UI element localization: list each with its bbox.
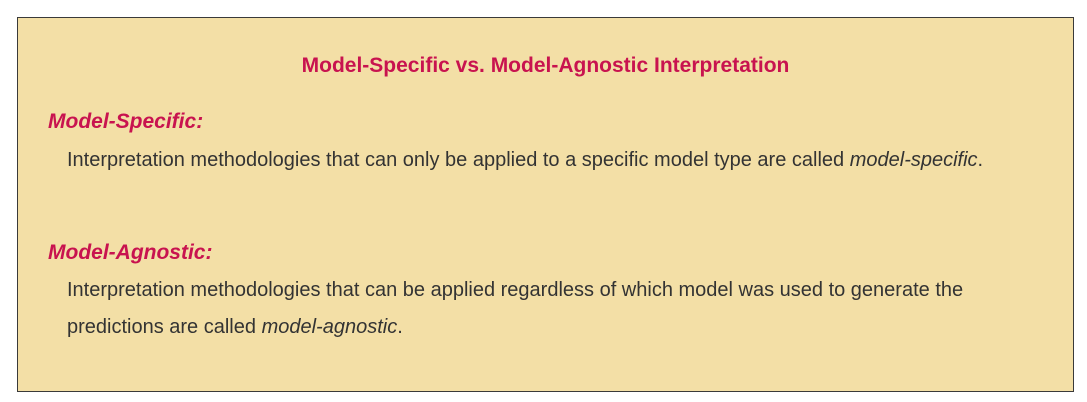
term-model-specific: model-specific bbox=[849, 149, 978, 171]
body-text-before: Interpretation methodologies that can be… bbox=[67, 279, 964, 338]
term-model-agnostic: model-agnostic bbox=[261, 316, 398, 338]
section-heading-model-specific: Model-Specific: bbox=[48, 110, 204, 133]
body-text-after: . bbox=[977, 149, 984, 171]
section-body-model-agnostic: Interpretation methodologies that can be… bbox=[67, 272, 1037, 346]
section-heading-model-agnostic: Model-Agnostic: bbox=[48, 241, 213, 264]
section-body-model-specific: Interpretation methodologies that can on… bbox=[67, 142, 1037, 179]
body-text-before: Interpretation methodologies that can on… bbox=[67, 149, 850, 171]
box-title: Model-Specific vs. Model-Agnostic Interp… bbox=[301, 54, 790, 77]
definition-box: Model-Specific vs. Model-Agnostic Interp… bbox=[17, 17, 1074, 392]
body-text-after: . bbox=[397, 316, 403, 338]
